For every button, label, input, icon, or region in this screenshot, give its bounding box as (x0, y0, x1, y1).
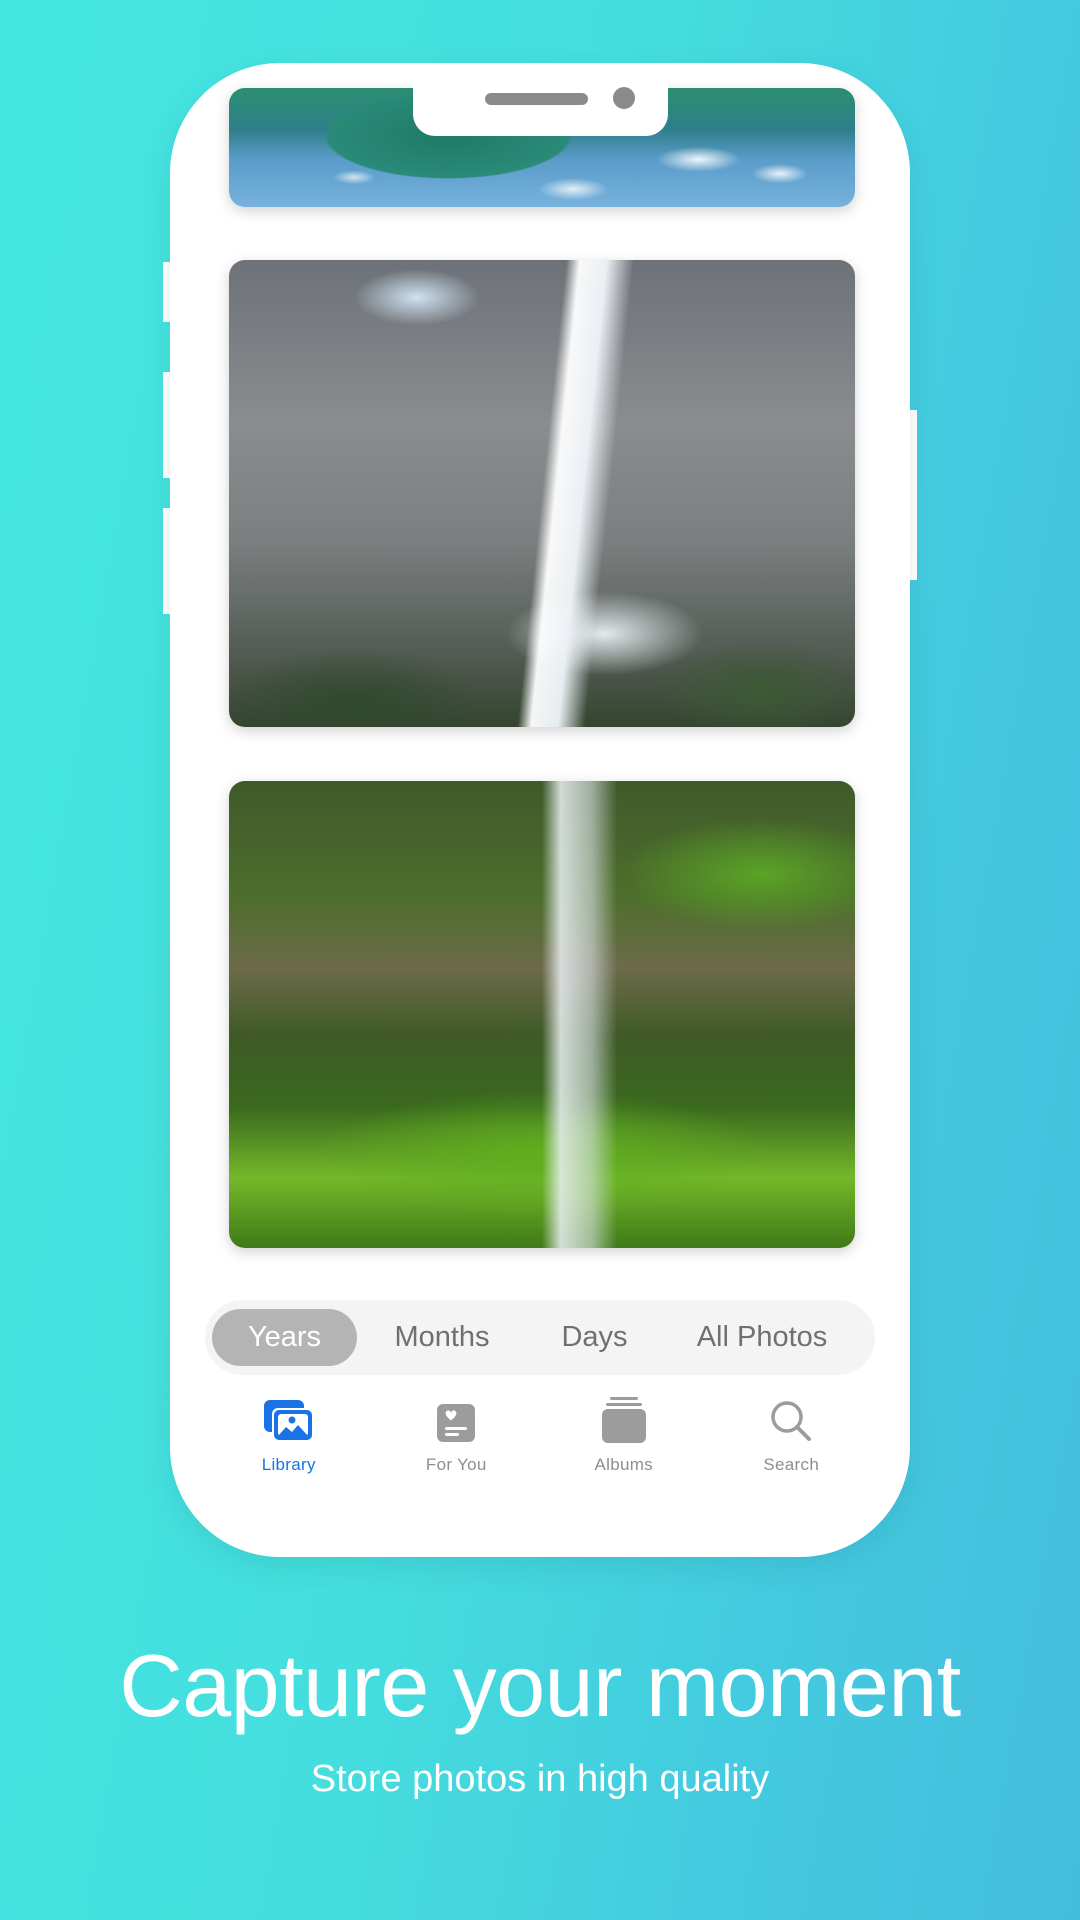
search-icon (763, 1395, 819, 1443)
tab-bar: Library For You Albums Search (205, 1395, 875, 1485)
segment-days[interactable]: Days (527, 1309, 662, 1366)
promo-headline: Capture your moment (119, 1636, 961, 1735)
tab-for-you-label: For You (425, 1455, 487, 1474)
tab-for-you[interactable]: For You (373, 1395, 541, 1485)
speaker-grille (485, 93, 588, 105)
albums-stack-icon (596, 1395, 652, 1443)
mossy-waterfall-photo[interactable] (229, 781, 855, 1248)
view-segmented-control: Years Months Days All Photos (205, 1300, 875, 1375)
tab-library[interactable]: Library (205, 1395, 373, 1485)
tab-search[interactable]: Search (708, 1395, 876, 1485)
segment-years[interactable]: Years (212, 1309, 357, 1366)
tab-search-label: Search (763, 1455, 820, 1474)
promo-subheadline: Store photos in high quality (310, 1758, 770, 1800)
tab-albums[interactable]: Albums (540, 1395, 708, 1485)
tab-albums-label: Albums (594, 1455, 653, 1474)
segment-months[interactable]: Months (357, 1309, 527, 1366)
front-camera (613, 87, 635, 109)
tab-library-label: Library (261, 1455, 316, 1474)
segment-all-photos[interactable]: All Photos (662, 1309, 862, 1366)
photo-library-icon (261, 1395, 317, 1443)
phone-notch (413, 63, 668, 136)
for-you-icon (428, 1395, 484, 1443)
yosemite-waterfall-photo[interactable] (229, 260, 855, 727)
